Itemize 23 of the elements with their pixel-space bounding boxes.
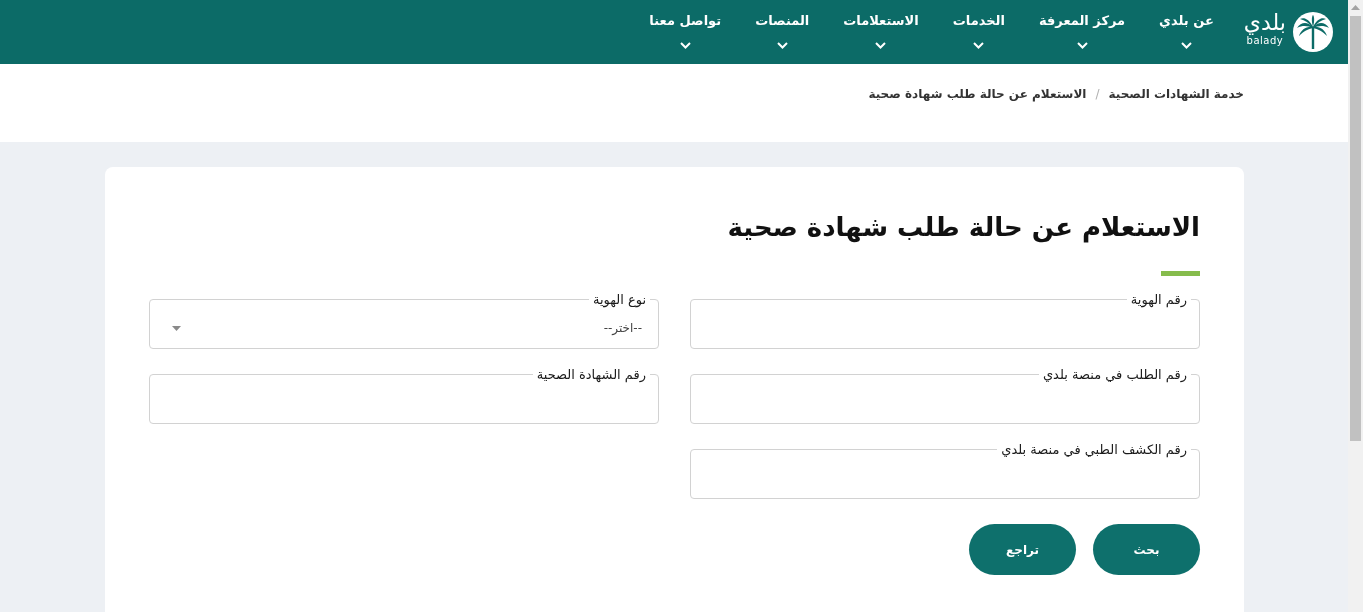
field-label: رقم الطلب في منصة بلدي [1038, 366, 1191, 383]
nav-menu-item[interactable]: تواصل معنا [649, 0, 722, 58]
scroll-up-icon[interactable] [1351, 5, 1360, 10]
page-title: الاستعلام عن حالة طلب شهادة صحية [726, 211, 1200, 245]
caret-icon [172, 325, 181, 331]
action-button[interactable]: تراجع [969, 524, 1076, 575]
nav-menu-item[interactable]: عن بلدي [1159, 0, 1214, 58]
action-button[interactable]: بحث [1093, 524, 1200, 575]
nav-menu-item[interactable]: مركز المعرفة [1038, 0, 1126, 58]
breadcrumb-link[interactable]: خدمة الشهادات الصحية [1108, 85, 1244, 103]
nav-menu-item[interactable]: الخدمات [952, 0, 1005, 58]
nav-menu-item[interactable]: الاستعلامات [843, 0, 919, 58]
nav-menu-item[interactable]: المنصات [755, 0, 810, 58]
breadcrumb-current: الاستعلام عن حالة طلب شهادة صحية [868, 86, 1087, 103]
field-label: رقم الهوية [1126, 291, 1191, 308]
palm-tree-icon[interactable] [1293, 12, 1333, 52]
title-underline [1161, 271, 1200, 276]
scrollbar-thumb[interactable] [1350, 16, 1361, 441]
field-label: رقم الكشف الطبي في منصة بلدي [997, 441, 1191, 458]
logo-text[interactable]: بلدي [1243, 10, 1286, 35]
field-label: نوع الهوية [588, 291, 650, 308]
breadcrumb-separator: / [1095, 86, 1100, 103]
field-label: رقم الشهادة الصحية [532, 366, 650, 383]
